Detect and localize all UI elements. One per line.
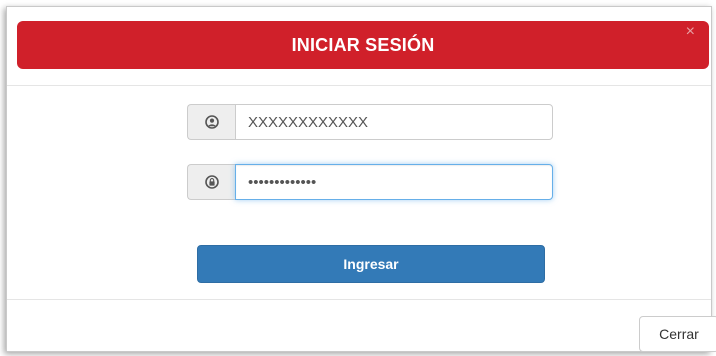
footer-divider xyxy=(7,299,711,300)
modal-title: INICIAR SESIÓN xyxy=(291,34,435,55)
close-icon[interactable]: × xyxy=(686,23,695,41)
close-button[interactable]: Cerrar xyxy=(639,316,716,352)
username-input[interactable] xyxy=(235,104,553,140)
header-divider xyxy=(7,85,711,86)
password-group xyxy=(187,164,553,200)
login-button[interactable]: Ingresar xyxy=(197,245,545,283)
user-icon xyxy=(187,104,235,140)
login-modal: INICIAR SESIÓN × Ingresar Cerrar xyxy=(6,6,716,352)
password-input[interactable] xyxy=(235,164,553,200)
lock-icon xyxy=(187,164,235,200)
modal-header: INICIAR SESIÓN × xyxy=(17,21,709,69)
username-group xyxy=(187,104,553,140)
